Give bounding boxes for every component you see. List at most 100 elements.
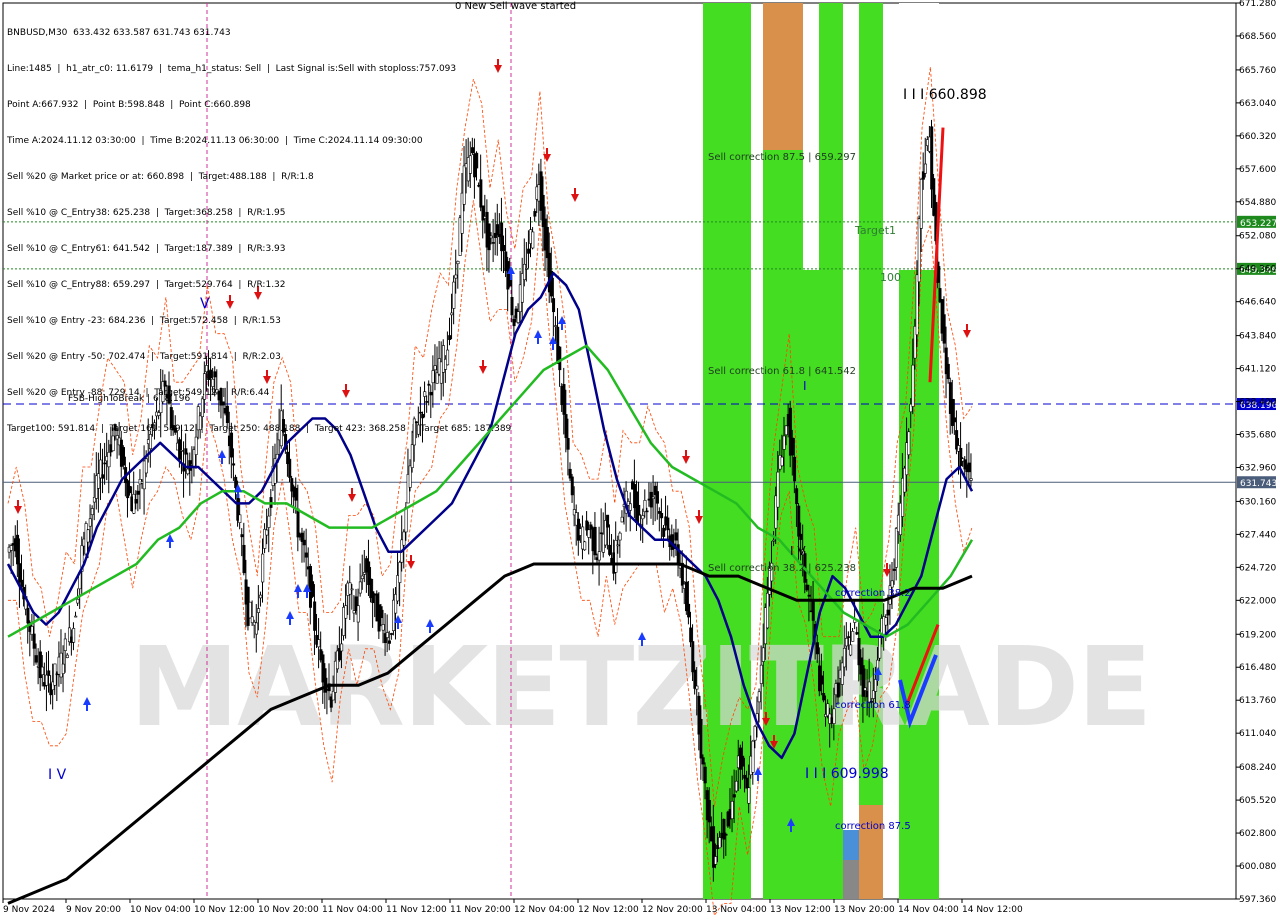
- chart-annotation: I I I 609.998: [805, 766, 889, 782]
- watermark-text: MARKETZITRADE: [130, 623, 1151, 751]
- candle-body: [61, 663, 65, 674]
- info-line: Target100: 591.814 | Target 161: 549.12 …: [7, 424, 512, 434]
- candle-body: [845, 638, 849, 647]
- y-tick-label: 660.320: [1239, 132, 1276, 142]
- candle-body: [533, 211, 537, 217]
- candle-body: [874, 679, 878, 692]
- candle-body: [861, 665, 865, 697]
- candle-body: [250, 616, 254, 624]
- chart-band: [843, 860, 859, 899]
- candle-body: [72, 628, 76, 643]
- candle-body: [894, 528, 898, 568]
- candle-body: [606, 514, 610, 528]
- candle-body: [363, 572, 367, 575]
- candle-body: [340, 643, 344, 652]
- candle-body: [356, 605, 360, 623]
- candle-body: [531, 231, 535, 249]
- candle-body: [815, 642, 819, 655]
- candle-body: [265, 529, 269, 536]
- candle-body: [959, 447, 963, 467]
- candle-body: [570, 476, 574, 496]
- candle-body: [790, 437, 794, 456]
- candle-body: [257, 608, 261, 613]
- candle-body: [317, 639, 321, 648]
- candle-body: [552, 298, 556, 313]
- candle-body: [695, 685, 699, 690]
- candle-body: [107, 452, 111, 468]
- info-line: Sell %10 @ C_Entry38: 625.238 | Target:3…: [7, 208, 286, 218]
- candle-body: [886, 609, 890, 616]
- chart-band: [763, 3, 803, 150]
- candle-body: [867, 681, 871, 703]
- candle-body: [797, 505, 801, 537]
- candle-body: [699, 718, 703, 759]
- candle-body: [784, 425, 788, 436]
- candle-body: [724, 833, 728, 836]
- x-tick-label: 11 Nov 20:00: [450, 905, 511, 915]
- candle-body: [587, 529, 591, 538]
- y-tick-label: 646.640: [1239, 298, 1276, 308]
- info-line: Sell %20 @ Entry -88: 729.14 | Target:54…: [7, 388, 270, 398]
- candle-body: [836, 682, 840, 698]
- y-tick-label: 619.200: [1239, 630, 1276, 640]
- chart-annotation: Sell correction 61.8 | 641.542: [708, 366, 856, 377]
- candle-body: [701, 757, 705, 765]
- candle-body: [847, 636, 851, 638]
- candle-body: [525, 268, 529, 270]
- y-tick-label: 635.680: [1239, 431, 1276, 441]
- candle-body: [45, 674, 49, 686]
- candle-body: [16, 534, 20, 565]
- candle-body: [527, 248, 531, 254]
- y-tick-label: 657.600: [1239, 165, 1276, 175]
- candle-body: [923, 163, 927, 174]
- candle-body: [562, 384, 566, 415]
- candle-body: [851, 631, 855, 642]
- candle-body: [892, 568, 896, 571]
- chart-annotation: 100: [880, 271, 901, 284]
- candle-body: [128, 486, 132, 494]
- candle-body: [662, 527, 666, 537]
- chart-annotation: I I I 660.898: [903, 87, 987, 103]
- candle-body: [689, 627, 693, 643]
- candle-body: [381, 624, 385, 631]
- candle-body: [967, 462, 971, 473]
- info-line: Sell %10 @ C_Entry61: 641.542 | Target:1…: [7, 244, 286, 254]
- candle-body: [20, 579, 24, 587]
- candle-body: [799, 533, 803, 540]
- chart-annotation: Sell correction 38.2 | 625.238: [708, 563, 856, 574]
- x-tick-label: 11 Nov 04:00: [322, 905, 383, 915]
- y-tick-label: 668.560: [1239, 32, 1276, 42]
- candle-body: [408, 465, 412, 488]
- y-tick-label: 665.760: [1239, 66, 1276, 76]
- x-tick-label: 9 Nov 20:00: [66, 905, 121, 915]
- candle-body: [643, 500, 647, 512]
- candle-body: [911, 364, 915, 407]
- candle-body: [379, 606, 383, 619]
- candle-body: [34, 655, 38, 663]
- candle-body: [747, 787, 751, 804]
- candle-body: [687, 603, 691, 618]
- x-tick-label: 10 Nov 12:00: [194, 905, 255, 915]
- candle-body: [645, 510, 649, 513]
- candle-body: [674, 532, 678, 541]
- candle-body: [558, 346, 562, 371]
- x-tick-label: 13 Nov 12:00: [770, 905, 831, 915]
- candle-body: [730, 800, 734, 819]
- candle-body: [766, 592, 770, 629]
- y-tick-label: 622.000: [1239, 596, 1276, 606]
- y-tick-label: 602.800: [1239, 829, 1276, 839]
- candle-body: [358, 581, 362, 594]
- x-tick-label: 12 Nov 12:00: [578, 905, 639, 915]
- chart-annotation: correction 38.2: [835, 588, 911, 599]
- candle-body: [18, 563, 22, 583]
- info-line: Time A:2024.11.12 03:30:00 | Time B:2024…: [7, 136, 423, 146]
- candle-body: [907, 431, 911, 456]
- candle-body: [651, 496, 655, 499]
- info-line: Point A:667.932 | Point B:598.848 | Poin…: [7, 100, 251, 110]
- x-tick-label: 10 Nov 04:00: [130, 905, 191, 915]
- chart-band: [703, 3, 727, 899]
- candle-body: [387, 640, 391, 644]
- y-tick-label: 605.520: [1239, 796, 1276, 806]
- chart-annotation: correction 87.5: [835, 821, 911, 832]
- y-tick-label: 597.360: [1239, 895, 1276, 905]
